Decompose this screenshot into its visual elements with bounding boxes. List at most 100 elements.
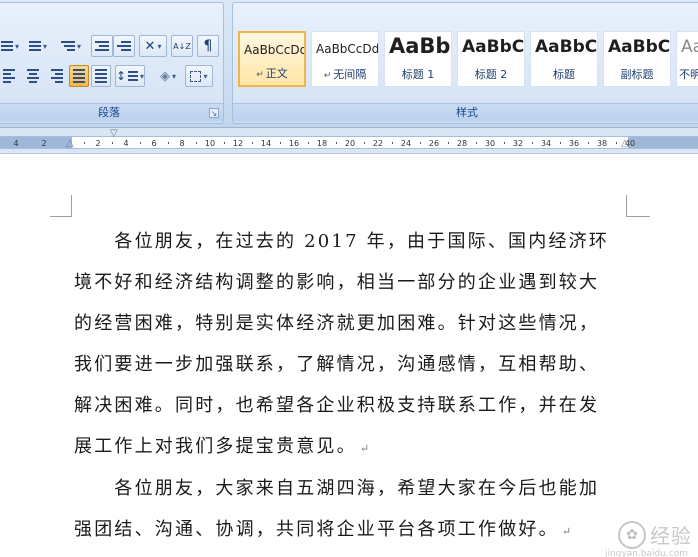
ribbon: ▾ ▾ ▾ ✕ ▾ A↓Z ¶ ↕ ▾ ◈ ▾ ▾ 段落 ↘ AaBbCcDd … xyxy=(0,0,698,128)
ruler-tick-label: 34 xyxy=(540,139,552,148)
paragraph-mark-icon: ↵ xyxy=(359,442,372,455)
style-tile-subtitle[interactable]: AaBbC 副标题 xyxy=(603,31,671,87)
ruler-tick-label: 32 xyxy=(512,139,524,148)
first-line-indent-marker[interactable]: ▽ xyxy=(110,129,118,139)
align-left-button[interactable] xyxy=(0,65,19,87)
left-indent-marker[interactable]: △ xyxy=(66,139,74,149)
ruler-minor-tick xyxy=(84,142,85,144)
ruler-tick-label: 16 xyxy=(288,139,300,148)
chevron-down-icon: ▾ xyxy=(42,41,47,51)
chevron-down-icon: ▾ xyxy=(203,71,208,81)
margin-corner-top-right xyxy=(626,195,650,217)
margin-corner-top-left xyxy=(50,195,72,217)
watermark-text: 经验 xyxy=(650,524,692,548)
style-tile-no-spacing[interactable]: AaBbCcDd ↵ 无间隔 xyxy=(311,31,379,87)
style-name: 正文 xyxy=(265,67,288,80)
borders-button[interactable]: ▾ xyxy=(185,65,213,87)
sort-button[interactable]: A↓Z xyxy=(171,35,193,57)
paragraph-mark-icon: ↵ xyxy=(256,70,264,80)
style-preview: AaBbCcDd xyxy=(316,42,378,56)
ruler-tick-label: 14 xyxy=(260,139,272,148)
document-page[interactable]: 各位朋友，在过去的 2017 年，由于国际、国内经济环 境不好和经济结构调整的影… xyxy=(0,155,698,557)
decrease-indent-button[interactable] xyxy=(91,35,113,57)
justify-button[interactable] xyxy=(69,65,89,87)
ruler-minor-tick xyxy=(280,142,281,144)
ruler-tick-label: 10 xyxy=(204,139,216,148)
ruler-tick-label: 30 xyxy=(484,139,496,148)
style-preview: AaBbC xyxy=(608,37,670,57)
ruler-minor-tick xyxy=(504,142,505,144)
style-preview: AaBbC xyxy=(681,37,698,57)
ruler-minor-tick xyxy=(308,142,309,144)
ruler-tick-label: 26 xyxy=(428,139,440,148)
chevron-down-icon: ▾ xyxy=(139,71,144,81)
ruler-minor-tick xyxy=(448,142,449,144)
pilcrow-icon: ¶ xyxy=(203,38,213,54)
ruler-minor-tick xyxy=(336,142,337,144)
ruler-tick-label: 20 xyxy=(344,139,356,148)
distributed-button[interactable] xyxy=(91,65,111,87)
word-window: ▾ ▾ ▾ ✕ ▾ A↓Z ¶ ↕ ▾ ◈ ▾ ▾ 段落 ↘ AaBbCcDd … xyxy=(0,0,698,557)
show-formatting-marks-button[interactable]: ¶ xyxy=(197,35,219,57)
style-tile-heading-2[interactable]: AaBbC 标题 2 xyxy=(457,31,525,87)
ruler-tick-label: 12 xyxy=(232,139,244,148)
style-tile-normal[interactable]: AaBbCcDd ↵ 正文 xyxy=(238,31,306,87)
style-preview: AaBb xyxy=(389,34,451,58)
style-name: 无间隔 xyxy=(333,68,367,81)
ruler-tick-label: 18 xyxy=(316,139,328,148)
paragraph-mark-icon: ↵ xyxy=(561,525,574,538)
line-spacing-button[interactable]: ↕ ▾ xyxy=(115,65,145,87)
text-line: 解决困难。同时，也希望各企业积极支持联系工作，并在发 xyxy=(74,395,600,416)
numbering-button[interactable]: ▾ xyxy=(25,35,51,57)
sort-icon: A↓Z xyxy=(173,41,191,51)
shading-button[interactable]: ◈ ▾ xyxy=(153,65,183,87)
text-line: 各位朋友，在过去的 2017 年，由于国际、国内经济环 xyxy=(74,231,610,252)
chevron-down-icon: ▾ xyxy=(171,71,176,81)
chevron-down-icon: ▾ xyxy=(14,41,19,51)
ruler-tick-label: 2 xyxy=(95,139,101,148)
ruler-tick-label: 4 xyxy=(123,139,129,148)
ruler-minor-tick xyxy=(532,142,533,144)
align-right-button[interactable] xyxy=(47,65,67,87)
increase-indent-button[interactable] xyxy=(113,35,135,57)
align-center-button[interactable] xyxy=(23,65,43,87)
style-name: 标题 xyxy=(553,68,575,81)
paragraph-mark-icon: ↵ xyxy=(323,71,332,81)
style-tile-heading-1[interactable]: AaBb 标题 1 xyxy=(384,31,452,87)
style-name: 不明 xyxy=(679,68,698,81)
multilevel-list-button[interactable]: ▾ xyxy=(57,35,85,57)
ruler-minor-tick xyxy=(140,142,141,144)
right-indent-marker[interactable]: △ xyxy=(621,139,629,149)
ruler-tick-label: 6 xyxy=(151,139,157,148)
bullets-button[interactable]: ▾ xyxy=(0,35,21,57)
chevron-down-icon: ▾ xyxy=(157,41,162,51)
style-tile-title[interactable]: AaBbC 标题 xyxy=(530,31,598,87)
watermark: ✿ 经验 jingyan.baidu.com xyxy=(605,520,692,557)
line-spacing-icon: ↕ xyxy=(116,69,127,83)
paragraph-group: ▾ ▾ ▾ ✕ ▾ A↓Z ¶ ↕ ▾ ◈ ▾ ▾ 段落 ↘ xyxy=(0,2,224,124)
border-icon xyxy=(190,70,202,82)
ruler-tick-label: 36 xyxy=(568,139,580,148)
ruler-tick-label: 24 xyxy=(400,139,412,148)
ruler-minor-tick xyxy=(560,142,561,144)
watermark-logo-icon: ✿ xyxy=(618,520,646,549)
ruler-tick-label: 8 xyxy=(179,139,185,148)
ruler-minor-tick xyxy=(364,142,365,144)
ruler-minor-tick xyxy=(112,142,113,144)
ruler-minor-tick xyxy=(252,142,253,144)
paragraph-dialog-launcher[interactable]: ↘ xyxy=(209,108,219,118)
style-tile-subtle-emphasis[interactable]: AaBbC 不明 xyxy=(676,31,698,87)
ruler-tick-label: 2 xyxy=(41,139,47,148)
style-name: 标题 1 xyxy=(401,68,435,81)
text-line: 强团结、沟通、协调，共同将企业平台各项工作做好。 xyxy=(74,519,559,540)
ruler-minor-tick xyxy=(588,142,589,144)
watermark-sub: jingyan.baidu.com xyxy=(604,549,688,557)
style-preview: AaBbC xyxy=(462,37,524,57)
ruler-minor-tick xyxy=(196,142,197,144)
ruler-minor-tick xyxy=(616,142,617,144)
ruler-minor-tick xyxy=(392,142,393,144)
text-line: 的经营困难，特别是实体经济就更加困难。针对这些情况， xyxy=(74,313,600,334)
chevron-down-icon: ▾ xyxy=(76,41,81,51)
chinese-layout-button[interactable]: ✕ ▾ xyxy=(139,35,167,57)
horizontal-ruler[interactable]: 4 2 2 4 6 8 10 12 14 16 18 20 22 24 26 28 30 32 34 36 38 40 ▽… xyxy=(0,128,698,154)
